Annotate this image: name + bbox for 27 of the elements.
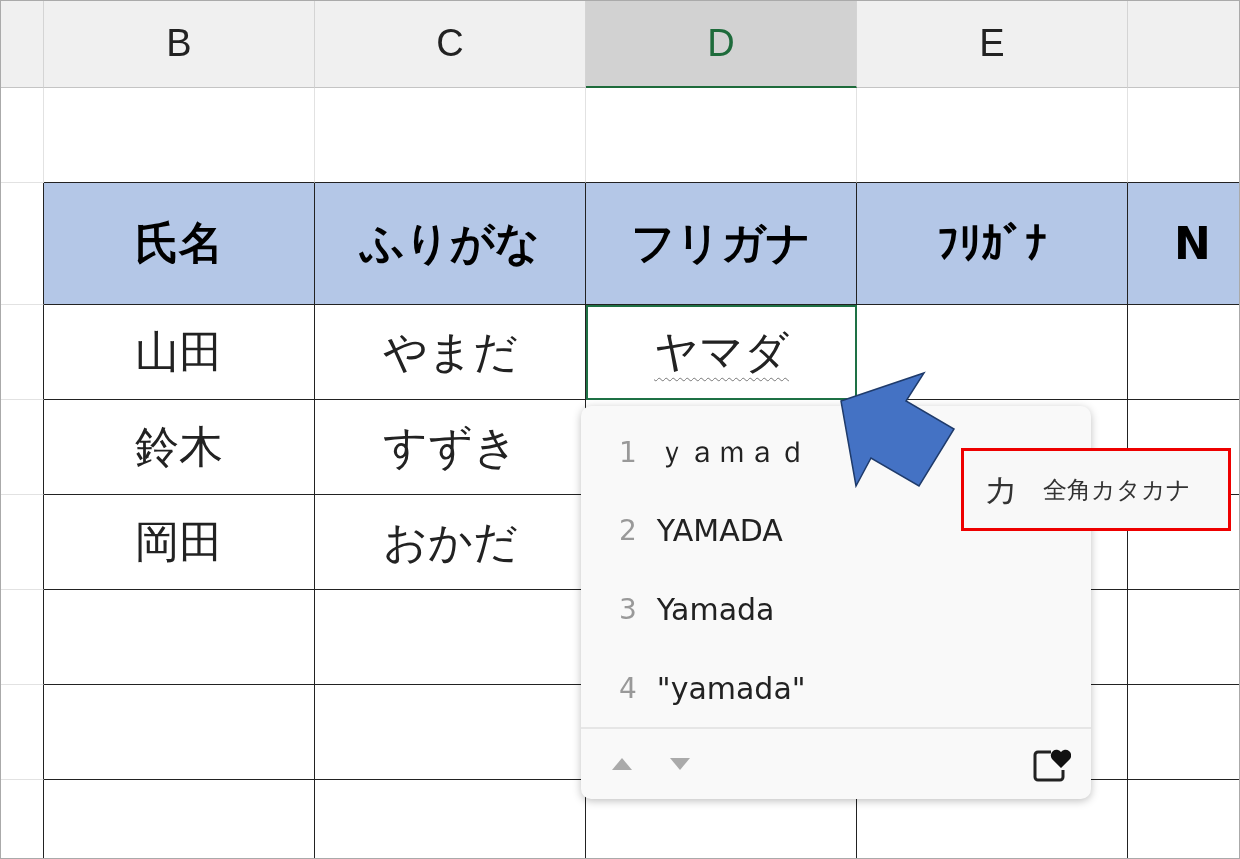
column-header[interactable]: D [586, 1, 857, 88]
candidate-number: 1 [619, 435, 637, 469]
table-header-cell: N [1128, 183, 1239, 305]
candidate-item[interactable]: Yamada [656, 592, 775, 627]
down-arrow-icon[interactable] [669, 757, 691, 772]
column-header[interactable]: E [857, 1, 1128, 88]
table-cell: ヤマダ [586, 305, 857, 400]
mode-icon-char: カ [984, 467, 1019, 511]
column-header[interactable]: B [44, 1, 315, 88]
table-cell: 岡田 [44, 495, 315, 590]
table-header-cell: ふりがな [315, 183, 586, 305]
table-header-cell: フリガナ [586, 183, 857, 305]
table-cell: 鈴木 [44, 400, 315, 495]
up-arrow-icon[interactable] [611, 757, 633, 772]
table-cell: やまだ [315, 305, 586, 400]
table-header-cell: 氏名 [44, 183, 315, 305]
mode-label: 全角カタカナ [1043, 474, 1191, 506]
candidate-item[interactable]: YAMADA [656, 513, 783, 549]
column-header[interactable]: C [315, 1, 586, 88]
table-header-cell: ﾌﾘｶﾞﾅ [857, 183, 1128, 305]
column-header[interactable] [1, 1, 44, 88]
candidate-number: 3 [619, 593, 637, 626]
table-cell: 山田 [44, 305, 315, 400]
candidate-item[interactable]: "yamada" [656, 670, 806, 706]
candidate-item[interactable]: ｙａｍａｄ [656, 431, 807, 473]
candidate-number: 2 [619, 514, 637, 548]
candidate-number: 4 [619, 671, 637, 705]
